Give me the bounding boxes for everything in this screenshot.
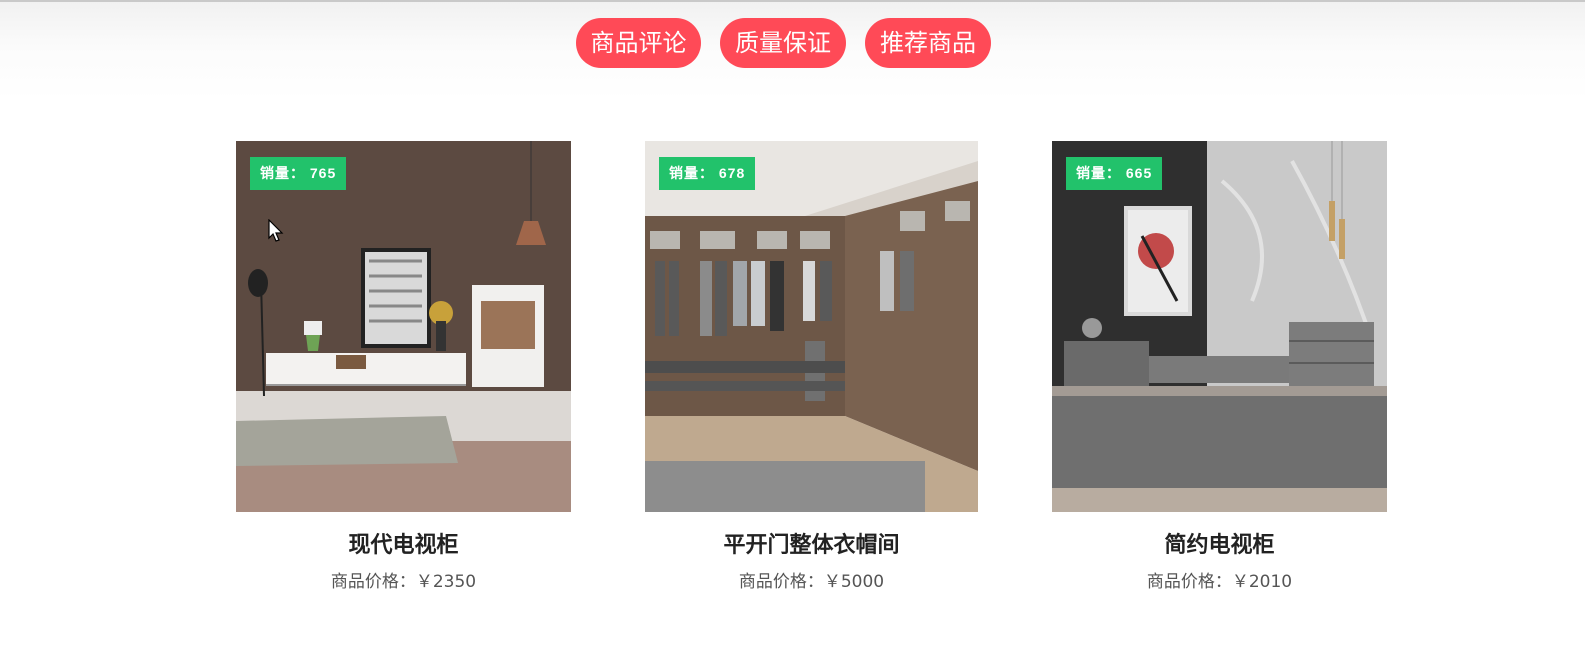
- sales-badge: 销量： 665: [1066, 157, 1163, 190]
- product-card[interactable]: 销量： 678 平开门整体衣帽间 商品价格：￥5000: [645, 141, 978, 592]
- tab-product-reviews[interactable]: 商品评论: [576, 18, 701, 68]
- product-price: 商品价格：￥5000: [738, 572, 885, 592]
- mouse-cursor-icon: [268, 219, 284, 242]
- sales-badge: 销量： 765: [250, 157, 347, 190]
- tab-bar: 商品评论 质量保证 推荐商品: [576, 18, 991, 68]
- tab-quality-assurance[interactable]: 质量保证: [720, 18, 846, 68]
- sales-badge: 销量： 678: [659, 157, 756, 190]
- product-title[interactable]: 现代电视柜: [236, 527, 571, 559]
- tab-recommended-products[interactable]: 推荐商品: [865, 18, 991, 68]
- product-image[interactable]: 销量： 765: [236, 141, 571, 512]
- product-price: 商品价格：￥2010: [1146, 572, 1293, 592]
- product-title[interactable]: 简约电视柜: [1052, 527, 1387, 559]
- top-bar: 商品评论 质量保证 推荐商品: [0, 0, 1585, 100]
- product-title[interactable]: 平开门整体衣帽间: [645, 527, 978, 559]
- product-image[interactable]: 销量： 678: [645, 141, 978, 512]
- product-price: 商品价格：￥2350: [330, 572, 477, 592]
- product-image[interactable]: 销量： 665: [1052, 141, 1387, 512]
- product-card[interactable]: 销量： 765 现代电视柜 商品价格：￥2350: [236, 141, 571, 592]
- product-card[interactable]: 销量： 665 简约电视柜 商品价格：￥2010: [1052, 141, 1387, 592]
